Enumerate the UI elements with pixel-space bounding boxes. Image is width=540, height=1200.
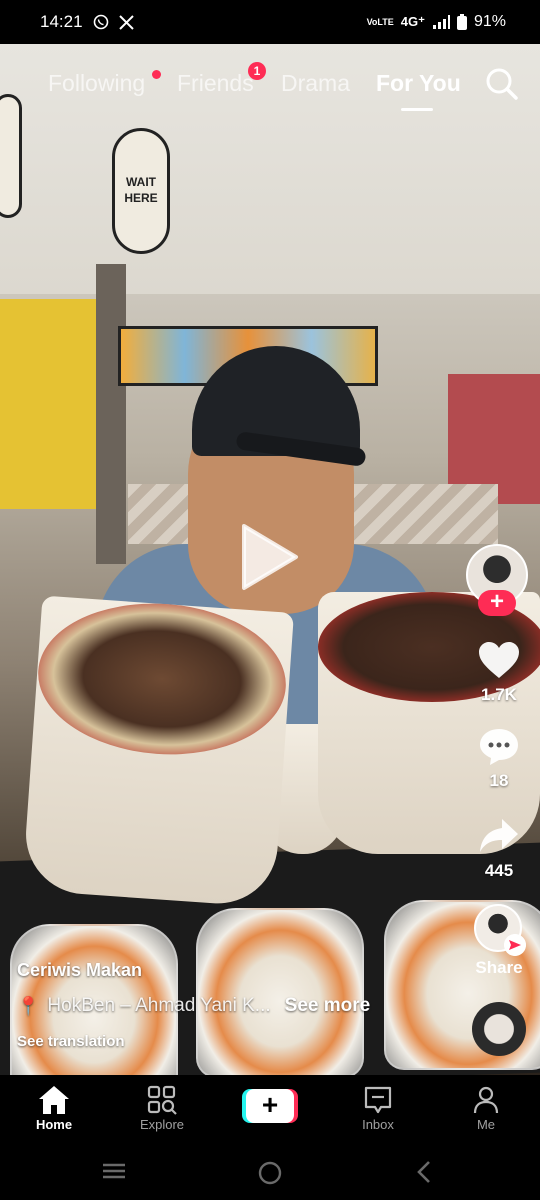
author-name[interactable]: Ceriwis Makan xyxy=(17,960,457,981)
network-label: 4G⁺ xyxy=(400,14,425,29)
nav-inbox-label: Inbox xyxy=(362,1117,394,1132)
explore-icon xyxy=(147,1085,177,1115)
home-icon xyxy=(39,1086,69,1114)
like-button[interactable]: 1.7K xyxy=(466,640,532,705)
comment-count: 18 xyxy=(489,771,509,790)
x-icon xyxy=(118,14,134,30)
volte-label: VoLTE xyxy=(366,17,394,27)
heart-icon xyxy=(479,642,519,678)
following-notification-dot xyxy=(152,70,161,79)
share-count: 445 xyxy=(484,861,514,880)
location-row[interactable]: 📍 HokBen – Ahmad Yani K... See more xyxy=(17,995,457,1017)
tab-for-you[interactable]: For You xyxy=(376,70,461,97)
see-translation-link[interactable]: See translation xyxy=(17,1033,457,1050)
comment-icon xyxy=(480,729,518,765)
send-icon xyxy=(504,934,526,956)
create-button[interactable]: + xyxy=(242,1089,298,1123)
comment-button[interactable]: 18 xyxy=(466,726,532,791)
see-more-link[interactable]: See more xyxy=(285,995,371,1017)
home-system-icon[interactable] xyxy=(256,1159,284,1187)
battery-icon xyxy=(456,14,467,30)
inbox-icon xyxy=(364,1086,392,1114)
profile-icon xyxy=(473,1086,499,1114)
yellow-curtain xyxy=(0,299,96,509)
share-label[interactable]: Share xyxy=(466,958,532,978)
tab-following[interactable]: Following xyxy=(48,70,145,97)
wait-here-sign: WAIT HERE xyxy=(112,128,170,254)
music-disc[interactable] xyxy=(472,1002,526,1056)
plus-icon: + xyxy=(246,1089,294,1123)
bottom-navigation: Home Explore + Inbox Me xyxy=(0,1075,540,1145)
nav-home-label: Home xyxy=(35,1117,73,1132)
play-icon[interactable] xyxy=(240,522,300,592)
wall-pillar xyxy=(96,264,126,564)
nav-inbox[interactable]: Inbox xyxy=(338,1083,418,1132)
status-bar: 14:21 VoLTE 4G⁺ 91% xyxy=(0,0,540,44)
nav-explore-label: Explore xyxy=(139,1117,185,1132)
video-caption: Ceriwis Makan 📍 HokBen – Ahmad Yani K...… xyxy=(17,960,457,1050)
recent-apps-icon[interactable] xyxy=(100,1159,128,1183)
system-navigation-bar xyxy=(0,1145,540,1200)
search-icon[interactable] xyxy=(484,66,520,102)
feed-tabs: Following Friends 1 Drama For You xyxy=(0,60,540,114)
share-count-button[interactable]: 445 xyxy=(466,816,532,881)
whatsapp-icon xyxy=(93,14,108,30)
follow-button[interactable]: + xyxy=(478,590,516,616)
back-icon[interactable] xyxy=(414,1159,434,1185)
wait-here-text: WAIT HERE xyxy=(124,175,158,205)
nav-me-label: Me xyxy=(476,1117,496,1132)
friends-badge: 1 xyxy=(248,62,266,80)
tab-friends[interactable]: Friends xyxy=(177,70,254,97)
location-pin-icon: 📍 xyxy=(17,995,40,1016)
nav-explore[interactable]: Explore xyxy=(122,1083,202,1132)
signal-icon xyxy=(432,15,450,29)
tab-drama[interactable]: Drama xyxy=(281,70,350,97)
nav-me[interactable]: Me xyxy=(446,1083,526,1132)
status-time: 14:21 xyxy=(40,12,83,31)
like-count: 1.7K xyxy=(481,685,517,704)
nav-home[interactable]: Home xyxy=(14,1083,94,1132)
battery-percent: 91% xyxy=(473,13,506,30)
location-text[interactable]: HokBen – Ahmad Yani K... xyxy=(47,995,270,1017)
share-arrow-icon xyxy=(480,819,518,852)
active-tab-indicator xyxy=(401,108,433,111)
